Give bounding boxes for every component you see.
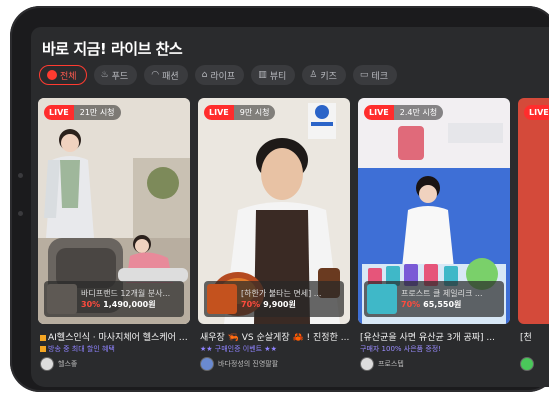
chip-label: 테크 [371,71,388,82]
promo-icon [40,334,46,341]
avatar [360,357,374,371]
promo-icon [40,346,46,352]
chip-label: 라이프 [210,71,236,82]
category-chips: 전체 ♨ 푸드 ◠ 패션 ⌂ 라이프 ▥ 뷰티 ♙ 키즈 ▭ 테크 [39,65,397,85]
discount-rate: 70% [241,300,261,309]
life-icon: ⌂ [201,70,208,80]
broadcast-title[interactable]: 새우장 🦐 VS 순살게장 🦀 ! 진정한 ... [200,330,350,343]
product-overlay[interactable]: 바디프랜드 12개월 분사... 30% 1,490,000원 [44,281,184,317]
chip-fashion[interactable]: ◠ 패션 [144,65,188,85]
viewer-count: 21만 시청 [73,105,121,120]
avatar [200,357,214,371]
video-thumbnail[interactable]: LIVE 2.4만 시청 프로스트 클 제일리크 ... 70% 65,550원 [358,98,510,324]
product-name: [하한가 불타는 면세] ... [241,289,322,298]
live-dot-icon [47,70,57,80]
chip-food[interactable]: ♨ 푸드 [93,65,138,85]
channel-name: 헬스좋 [58,360,78,368]
sensor-dot [18,211,23,216]
live-badge: LIVE [204,105,234,120]
chip-label: 키즈 [320,71,337,82]
food-icon: ♨ [100,70,109,80]
tech-icon: ▭ [359,70,369,80]
section-title: 바로 지금! 라이브 찬스 [42,40,183,58]
discount-rate: 70% [401,300,421,309]
chip-label: 전체 [60,71,77,82]
chip-label: 뷰티 [269,71,287,82]
product-price: 65,550원 [423,300,462,309]
product-overlay[interactable]: [하한가 불타는 면세] ... 70% 9,900원 [204,281,344,317]
live-badge-row: LIVE 9만 시청 [204,105,276,120]
product-name: 프로스트 클 제일리크 ... [401,289,483,298]
channel-info[interactable]: 프로스텝 [360,357,404,371]
broadcast-title[interactable]: [유산균을 사면 유산균 3개 공짜] ... [360,330,510,343]
channel-name: 프로스텝 [378,360,404,368]
live-badge: LIVE [364,105,394,120]
product-price: 1,490,000원 [103,300,156,309]
live-badge-row: LIVE 2.4만 시청 [364,105,444,120]
live-badge-row: LIVE 21만 시청 [44,105,121,120]
chip-beauty[interactable]: ▥ 뷰티 [251,65,296,85]
video-thumbnail[interactable]: LIVE 9만 시청 [하한가 불타는 면세] ... 70% 9,900원 [198,98,350,324]
video-thumbnail[interactable]: LIVE 21만 시청 바디프랜드 12개월 분사... 30% 1,490,00… [38,98,190,324]
avatar [520,357,534,371]
avatar [40,357,54,371]
live-badge-row: LIVE [524,105,549,120]
live-badge: LIVE [524,105,549,120]
product-thumbnail [47,284,77,314]
channel-name: 바다정성의 진영팔팔 [218,360,279,368]
live-card[interactable]: LIVE 21만 시청 바디프랜드 12개월 분사... 30% 1,490,00… [38,98,190,383]
camera-dot [18,173,23,178]
live-badge: LIVE [44,105,74,120]
live-card[interactable]: LIVE 9만 시청 [하한가 불타는 면세] ... 70% 9,900원 새우… [198,98,350,383]
viewer-count: 9만 시청 [233,105,276,120]
chip-label: 푸드 [111,71,129,82]
channel-info[interactable] [520,357,534,371]
broadcast-title[interactable]: [천 [520,330,549,343]
product-overlay[interactable]: 프로스트 클 제일리크 ... 70% 65,550원 [364,281,504,317]
product-thumbnail [207,284,237,314]
chip-tech[interactable]: ▭ 테크 [352,65,397,85]
video-thumbnail[interactable]: LIVE [518,98,549,324]
broadcast-title[interactable]: AI헬스인식 · 마사지체어 헬스케어 연세이즈 ... [40,330,190,343]
broadcast-subtitle: 방송 중 최대 할인 혜택 [40,344,190,354]
live-card[interactable]: LIVE [천 [518,98,549,383]
live-card[interactable]: LIVE 2.4만 시청 프로스트 클 제일리크 ... 70% 65,550원 … [358,98,510,383]
chip-label: 패션 [162,71,179,82]
broadcast-title-text: AI헬스인식 · 마사지체어 헬스케어 연세이즈 ... [48,333,190,343]
broadcast-subtitle: ★★ 구매인증 이벤트 ★★ [200,345,277,353]
live-section: 바로 지금! 라이브 찬스 전체 ♨ 푸드 ◠ 패션 ⌂ 라이프 ▥ 뷰티 ♙ … [31,27,549,387]
discount-rate: 30% [81,300,101,309]
product-name: 바디프랜드 12개월 분사... [81,289,171,298]
chip-all[interactable]: 전체 [39,65,87,85]
product-thumbnail [367,284,397,314]
viewer-count: 2.4만 시청 [393,105,444,120]
product-price: 9,900원 [263,300,296,309]
fashion-icon: ◠ [151,70,160,80]
kids-icon: ♙ [309,70,318,80]
chip-kids[interactable]: ♙ 키즈 [302,65,346,85]
broadcast-subtitle: 구매자 100% 사은품 증정! [360,345,442,353]
channel-info[interactable]: 헬스좋 [40,357,77,371]
broadcast-subtitle-text: 방송 중 최대 할인 혜택 [48,345,115,353]
beauty-icon: ▥ [258,70,267,80]
channel-info[interactable]: 바다정성의 진영팔팔 [200,357,278,371]
chip-life[interactable]: ⌂ 라이프 [194,65,245,85]
